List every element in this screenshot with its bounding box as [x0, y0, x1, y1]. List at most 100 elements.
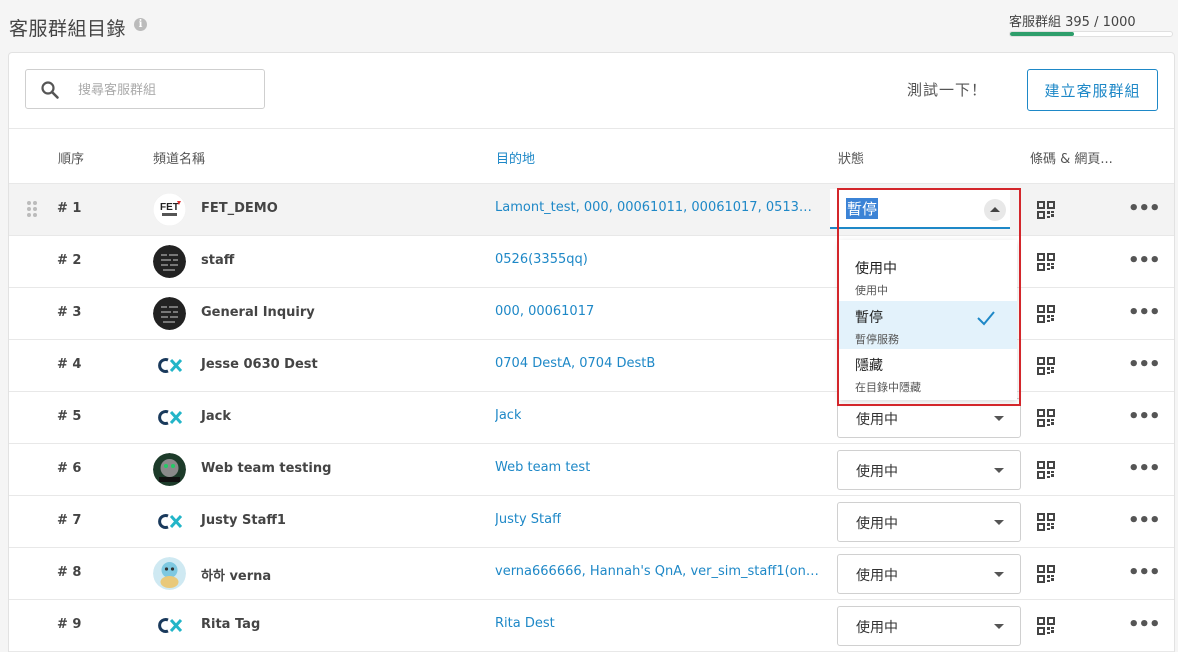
more-options-icon[interactable]: •••	[1128, 616, 1161, 634]
channel-avatar	[153, 557, 186, 590]
qr-code-icon[interactable]	[1036, 564, 1056, 588]
table-row[interactable]: # 6 Web team testing Web team test 使用中 •••	[9, 444, 1174, 496]
destination-link[interactable]: Lamont_test, 000, 00061011, 00061017, 05…	[495, 200, 820, 215]
info-icon[interactable]: i	[134, 18, 147, 31]
destination-link[interactable]: Justy Staff	[495, 512, 561, 527]
destination-link[interactable]: verna666666, Hannah's QnA, ver_sim_staff…	[495, 564, 820, 579]
row-order: # 3	[57, 305, 82, 320]
page: 客服群組目錄 i 客服群組 395 / 1000 測試一下！ 建立客服群組 順序…	[0, 0, 1178, 652]
status-select-value: 使用中	[856, 516, 898, 532]
channel-name[interactable]: 하하 verna	[201, 565, 271, 584]
status-select-value: 暫停	[846, 198, 879, 219]
column-header-status[interactable]: 狀態	[838, 148, 864, 167]
status-select-value: 使用中	[856, 464, 898, 480]
channel-avatar	[153, 453, 186, 486]
channel-avatar	[153, 245, 186, 278]
chevron-down-icon	[994, 416, 1004, 421]
check-icon	[977, 311, 995, 326]
search-input[interactable]	[78, 79, 258, 101]
table-header: 順序 頻道名稱 目的地 狀態 條碼 & 網頁...	[9, 128, 1174, 184]
column-header-destination[interactable]: 目的地	[496, 148, 535, 167]
status-dropdown-menu: 使用中 使用中 暫停 暫停服務 隱藏 在目錄中隱藏	[839, 240, 1017, 400]
qr-code-icon[interactable]	[1036, 616, 1056, 640]
destination-link[interactable]: 0526(3355qq)	[495, 252, 588, 267]
channel-name[interactable]: Web team testing	[201, 461, 331, 476]
status-select[interactable]: 使用中	[837, 606, 1021, 646]
channel-name[interactable]: Jack	[201, 409, 231, 424]
destination-link[interactable]: 000, 00061017	[495, 304, 594, 319]
status-select[interactable]: 使用中	[837, 398, 1021, 438]
option-label: 暫停	[855, 310, 883, 326]
status-select-open[interactable]: 暫停	[830, 189, 1010, 229]
search-box[interactable]	[25, 69, 265, 109]
channel-avatar: FET	[153, 193, 186, 226]
chevron-down-icon	[994, 624, 1004, 629]
status-select[interactable]: 使用中	[837, 502, 1021, 542]
row-order: # 2	[57, 253, 82, 268]
status-option-hidden[interactable]: 隱藏 在目錄中隱藏	[839, 349, 1017, 397]
more-options-icon[interactable]: •••	[1128, 304, 1161, 322]
drag-handle-icon[interactable]	[27, 201, 37, 219]
status-select[interactable]: 使用中	[837, 450, 1021, 490]
create-group-button[interactable]: 建立客服群組	[1027, 69, 1158, 111]
table-row[interactable]: # 9 Rita Tag Rita Dest 使用中 •••	[9, 600, 1174, 652]
status-select-value: 使用中	[856, 568, 898, 584]
chevron-down-icon	[994, 468, 1004, 473]
destination-link[interactable]: Rita Dest	[495, 616, 555, 631]
destination-link[interactable]: Web team test	[495, 460, 590, 475]
channel-name[interactable]: Justy Staff1	[201, 513, 286, 528]
status-option-paused[interactable]: 暫停 暫停服務	[839, 301, 1017, 349]
channel-name[interactable]: General Inquiry	[201, 305, 315, 320]
chevron-up-icon[interactable]	[984, 199, 1006, 221]
row-order: # 8	[57, 565, 82, 580]
column-header-order[interactable]: 順序	[58, 148, 84, 167]
option-description: 使用中	[855, 284, 888, 297]
option-description: 暫停服務	[855, 333, 899, 346]
option-description: 在目錄中隱藏	[855, 381, 921, 394]
table-row[interactable]: # 7 Justy Staff1 Justy Staff 使用中 •••	[9, 496, 1174, 548]
column-header-channel[interactable]: 頻道名稱	[153, 148, 205, 167]
chevron-down-icon	[994, 572, 1004, 577]
destination-link[interactable]: Jack	[495, 408, 521, 423]
quota-progress-bar	[1009, 31, 1173, 37]
more-options-icon[interactable]: •••	[1128, 252, 1161, 270]
quota-progress-fill	[1010, 32, 1074, 36]
channel-name[interactable]: FET_DEMO	[201, 201, 278, 216]
row-order: # 6	[57, 461, 82, 476]
qr-code-icon[interactable]	[1036, 460, 1056, 484]
row-order: # 7	[57, 513, 82, 528]
more-options-icon[interactable]: •••	[1128, 408, 1161, 426]
row-order: # 9	[57, 617, 82, 632]
page-header: 客服群組目錄 i 客服群組 395 / 1000	[0, 0, 1178, 52]
channel-avatar	[153, 505, 186, 538]
channel-avatar	[153, 349, 186, 382]
row-order: # 5	[57, 409, 82, 424]
more-options-icon[interactable]: •••	[1128, 512, 1161, 530]
column-header-barcode: 條碼 & 網頁...	[1030, 152, 1113, 167]
quota-label: 客服群組 395 / 1000	[1009, 15, 1136, 30]
qr-code-icon[interactable]	[1036, 408, 1056, 432]
status-select[interactable]: 使用中	[837, 554, 1021, 594]
channel-name[interactable]: Rita Tag	[201, 617, 260, 632]
test-link[interactable]: 測試一下！	[907, 79, 987, 100]
row-order: # 4	[57, 357, 82, 372]
destination-link[interactable]: 0704 DestA, 0704 DestB	[495, 356, 655, 371]
channel-avatar	[153, 297, 186, 330]
qr-code-icon[interactable]	[1036, 252, 1056, 276]
channel-name[interactable]: staff	[201, 253, 234, 268]
more-options-icon[interactable]: •••	[1128, 460, 1161, 478]
svg-text:FET: FET	[160, 202, 179, 213]
qr-code-icon[interactable]	[1036, 200, 1056, 224]
more-options-icon[interactable]: •••	[1128, 200, 1161, 218]
qr-code-icon[interactable]	[1036, 304, 1056, 328]
channel-name[interactable]: Jesse 0630 Dest	[201, 357, 318, 372]
more-options-icon[interactable]: •••	[1128, 564, 1161, 582]
more-options-icon[interactable]: •••	[1128, 356, 1161, 374]
status-select-value: 使用中	[856, 412, 898, 428]
qr-code-icon[interactable]	[1036, 356, 1056, 380]
table-row[interactable]: # 8 하하 verna verna666666, Hannah's QnA, ve…	[9, 548, 1174, 600]
channel-avatar	[153, 401, 186, 434]
qr-code-icon[interactable]	[1036, 512, 1056, 536]
option-label: 隱藏	[855, 358, 883, 374]
status-option-active[interactable]: 使用中 使用中	[839, 252, 1017, 300]
